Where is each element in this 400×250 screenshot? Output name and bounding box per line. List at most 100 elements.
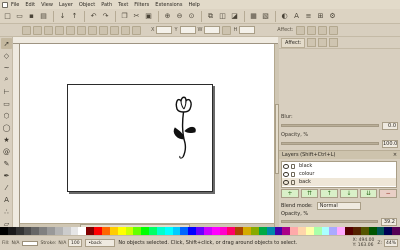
cut-icon[interactable]: ✂ [131,11,142,22]
palette-swatch[interactable] [274,227,283,235]
menu-help[interactable]: Help [188,2,199,8]
affect-gradient-button[interactable] [317,25,327,35]
redo-icon[interactable]: ↷ [100,11,111,22]
eye-icon[interactable] [283,171,289,177]
star-tool-icon[interactable]: ★ [1,134,12,145]
close-icon[interactable]: × [392,152,398,158]
selector-tool-icon[interactable]: ➚ [1,38,12,49]
palette-swatch[interactable] [101,227,110,235]
palette-swatch[interactable] [86,227,95,235]
affect-corners-button[interactable] [306,25,316,35]
palette-swatch[interactable] [180,227,189,235]
palette-swatch[interactable] [313,227,322,235]
layer-row-black[interactable]: black [282,162,396,170]
layer-to-top-button[interactable]: ⇈ [300,189,319,198]
preferences-icon[interactable]: ⚙ [327,11,338,22]
zoom-page-icon[interactable]: ⊙ [186,11,197,22]
tulip-drawing[interactable] [169,95,199,161]
print-icon[interactable]: ▤ [38,11,49,22]
align-icon[interactable]: ⊞ [315,11,326,22]
new-icon[interactable]: □ [2,11,13,22]
save-icon[interactable]: ▪ [26,11,37,22]
layer-row-back[interactable]: back [282,178,396,186]
select-all-button[interactable] [22,25,31,35]
h-field[interactable] [239,26,256,34]
ungroup-icon[interactable]: ▧ [260,11,271,22]
paste-icon[interactable]: ▣ [143,11,154,22]
palette-swatch[interactable] [70,227,79,235]
lock-icon[interactable] [291,163,295,169]
palette-swatch[interactable] [360,227,369,235]
palette-swatch[interactable] [156,227,165,235]
select-all-layers-button[interactable] [33,25,42,35]
palette-swatch[interactable] [282,227,291,235]
menu-text[interactable]: Text [118,2,128,8]
palette-swatch[interactable] [345,227,353,235]
node-tool-icon[interactable]: ◇ [1,50,12,61]
text-font-icon[interactable]: A [291,11,302,22]
palette-swatch[interactable] [164,227,173,235]
palette-swatch[interactable] [141,227,150,235]
menu-layer[interactable]: Layer [59,2,73,8]
xml-editor-icon[interactable]: ≡ [303,11,314,22]
import-icon[interactable]: ↓ [57,11,68,22]
rotate-ccw-button[interactable] [55,25,64,35]
palette-swatch[interactable] [251,227,259,235]
palette-swatch[interactable] [23,227,32,235]
palette-swatch[interactable] [39,227,48,235]
blend-mode-select[interactable]: Normal [316,201,361,210]
open-icon[interactable]: ▭ [14,11,25,22]
text-tool-icon[interactable]: A [1,194,12,205]
flip-h-button[interactable] [77,25,86,35]
rotate-cw-button[interactable] [66,25,75,35]
palette-swatch[interactable] [337,227,346,235]
palette-swatch[interactable] [0,227,8,235]
copy-icon[interactable]: ❐ [119,11,130,22]
menu-extensions[interactable]: Extensions [155,2,182,8]
group-icon[interactable]: ▦ [248,11,259,22]
dock-button[interactable] [318,38,328,47]
spray-tool-icon[interactable]: ∴ [1,206,12,217]
lock-icon[interactable] [291,171,295,177]
x-field[interactable] [156,26,173,34]
palette-swatch[interactable] [227,227,236,235]
dock-button[interactable] [307,38,317,47]
menu-object[interactable]: Object [79,2,95,8]
remove-layer-button[interactable]: − [379,189,398,198]
palette-swatch[interactable] [109,227,118,235]
zoom-drawing-icon[interactable]: ⊖ [174,11,185,22]
palette-swatch[interactable] [149,227,157,235]
box3d-tool-icon[interactable]: ⬡ [1,110,12,121]
export-icon[interactable]: ↑ [69,11,80,22]
layer-row-colour[interactable]: colour [282,170,396,178]
raise-button[interactable] [110,25,119,35]
affect-pattern-button[interactable] [328,25,338,35]
calligraphy-tool-icon[interactable]: ⁄ [1,182,12,193]
palette-swatch[interactable] [54,227,63,235]
opacity-field[interactable]: 100 [68,239,83,247]
palette-swatch[interactable] [384,227,393,235]
palette-swatch[interactable] [125,227,134,235]
palette-swatch[interactable] [376,227,385,235]
deselect-button[interactable] [44,25,53,35]
flip-v-button[interactable] [88,25,97,35]
palette-swatch[interactable] [219,227,228,235]
palette-swatch[interactable] [62,227,71,235]
tab-affect[interactable]: Affect: [281,37,306,48]
tweak-tool-icon[interactable]: ~ [1,62,12,73]
palette-swatch[interactable] [258,227,267,235]
measure-tool-icon[interactable]: ⊢ [1,86,12,97]
palette-swatch[interactable] [321,227,330,235]
zoom-selection-icon[interactable]: ⊕ [162,11,173,22]
palette-swatch[interactable] [94,227,102,235]
menu-filters[interactable]: Filters [134,2,149,8]
palette-swatch[interactable] [133,227,142,235]
fill-stroke-icon[interactable]: ◐ [279,11,290,22]
spiral-tool-icon[interactable]: @ [1,146,12,157]
menu-view[interactable]: View [41,2,53,8]
layer-to-bottom-button[interactable]: ⇊ [359,189,378,198]
palette-swatch[interactable] [203,227,212,235]
palette-swatch[interactable] [352,227,361,235]
rect-tool-icon[interactable]: ▭ [1,98,12,109]
unlink-clone-icon[interactable]: ◪ [229,11,240,22]
